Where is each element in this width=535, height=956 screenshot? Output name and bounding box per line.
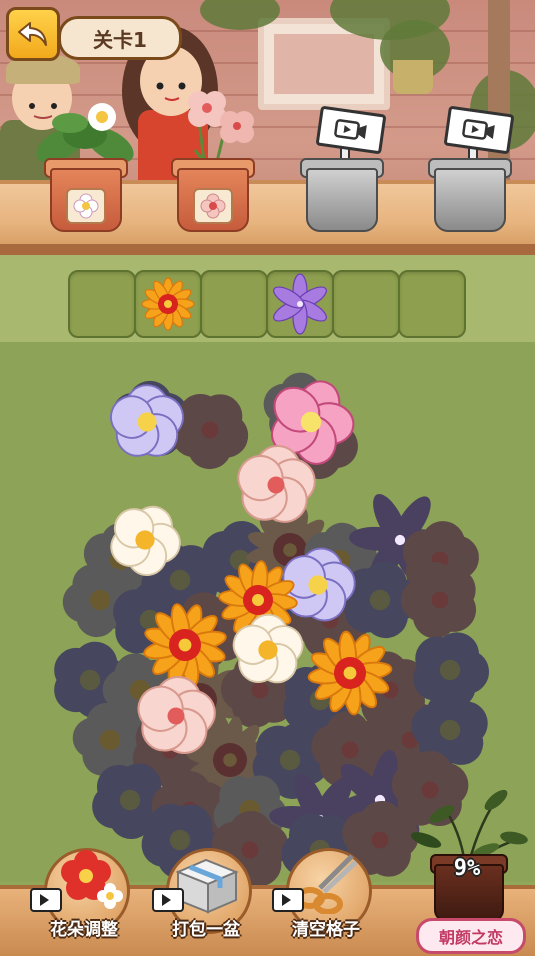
- slot-bar: [60, 266, 474, 342]
- slot-2[interactable]: [134, 270, 202, 338]
- video-camera-icon: [152, 888, 184, 912]
- slot-1[interactable]: [68, 270, 136, 338]
- pink-flower-icon: [193, 188, 233, 224]
- video-camera-icon: [272, 888, 304, 912]
- pack-pot-label: 打包一盆: [172, 920, 240, 940]
- level-label: 关卡1: [58, 16, 182, 60]
- clear-slots-button[interactable]: 清空格子: [272, 842, 380, 946]
- pack-pot-button[interactable]: 打包一盆: [152, 842, 260, 946]
- orange-gerbera-icon: [141, 277, 195, 331]
- back-arrow-icon: [18, 22, 47, 46]
- locked-pot-video-1[interactable]: [296, 100, 396, 240]
- locked-pot-video-2[interactable]: [424, 100, 524, 240]
- back-button[interactable]: [6, 7, 60, 61]
- growth-percent: 9%: [453, 856, 481, 881]
- greenhouse-scene: 关卡1: [0, 0, 535, 255]
- plant-pot-pink[interactable]: [165, 80, 275, 235]
- flower-name-badge[interactable]: 朝颜之恋: [416, 918, 526, 954]
- slot-5[interactable]: [332, 270, 400, 338]
- clear-slots-label: 清空格子: [292, 920, 360, 940]
- slot-6[interactable]: [398, 270, 466, 338]
- adjust-flowers-button[interactable]: 花朵调整: [30, 842, 138, 946]
- slot-4[interactable]: [266, 270, 334, 338]
- video-play-icon: [443, 105, 515, 155]
- video-play-icon: [315, 105, 387, 155]
- white-flower-icon: [66, 188, 106, 224]
- plant-pot-white[interactable]: [30, 95, 140, 235]
- hanging-pot: [393, 60, 433, 94]
- slot-3[interactable]: [200, 270, 268, 338]
- video-camera-icon: [30, 888, 62, 912]
- purple-lily-icon: [273, 273, 327, 335]
- adjust-flowers-label: 花朵调整: [50, 920, 118, 940]
